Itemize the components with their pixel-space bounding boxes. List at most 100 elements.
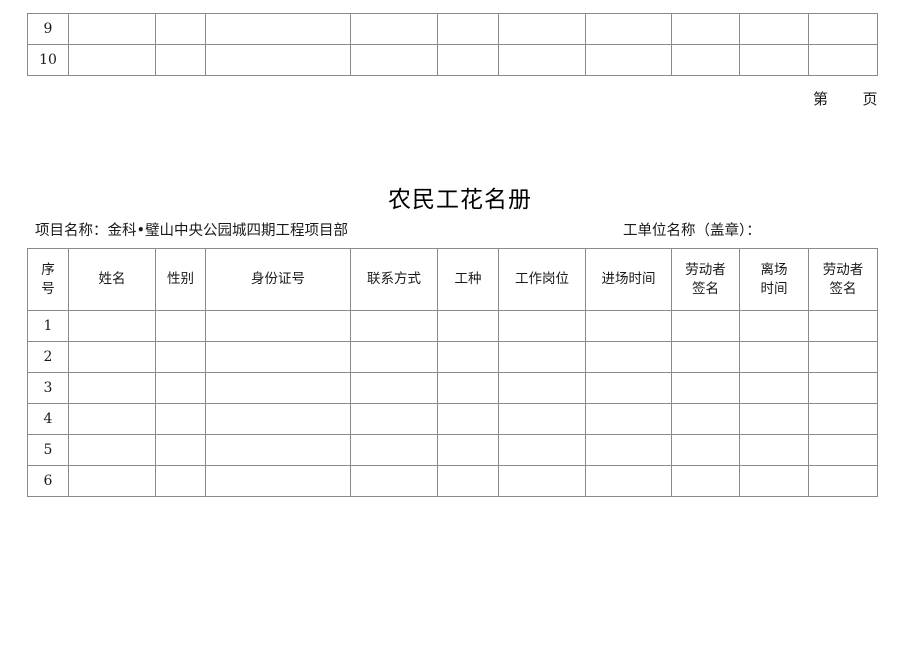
roster-table-body: 1 2 3 4 5 6: [27, 310, 878, 497]
row-cell-position[interactable]: [498, 434, 586, 466]
row-cell-position[interactable]: [498, 44, 586, 76]
row-cell-entry-date[interactable]: [585, 13, 672, 45]
row-cell-entry-sign[interactable]: [671, 44, 740, 76]
row-cell-position[interactable]: [498, 403, 586, 435]
row-cell-name[interactable]: [68, 465, 156, 497]
row-cell-entry-date[interactable]: [585, 310, 672, 342]
row-cell-exit-date[interactable]: [739, 465, 809, 497]
column-header-name: 姓名: [68, 248, 156, 311]
row-cell-name[interactable]: [68, 44, 156, 76]
table-row: 9: [27, 13, 878, 45]
row-cell-entry-sign[interactable]: [671, 310, 740, 342]
continuation-table-container: 9 10: [27, 13, 878, 76]
row-cell-exit-sign[interactable]: [808, 44, 878, 76]
row-cell-contact[interactable]: [350, 403, 438, 435]
row-cell-trade[interactable]: [437, 434, 499, 466]
row-cell-exit-sign[interactable]: [808, 465, 878, 497]
column-header-trade: 工种: [437, 248, 499, 311]
row-cell-gender[interactable]: [155, 310, 206, 342]
row-cell-entry-date[interactable]: [585, 372, 672, 404]
row-cell-gender[interactable]: [155, 44, 206, 76]
row-seq-cell: 4: [27, 403, 69, 435]
column-header-exit-date: 离场 时间: [739, 248, 809, 311]
row-cell-contact[interactable]: [350, 310, 438, 342]
row-cell-entry-sign[interactable]: [671, 13, 740, 45]
row-cell-gender[interactable]: [155, 434, 206, 466]
project-name-label: 项目名称：金科•璧山中央公园城四期工程项目部: [35, 223, 349, 239]
row-cell-exit-sign[interactable]: [808, 372, 878, 404]
row-cell-entry-sign[interactable]: [671, 403, 740, 435]
row-cell-contact[interactable]: [350, 44, 438, 76]
row-cell-position[interactable]: [498, 341, 586, 373]
row-cell-entry-sign[interactable]: [671, 465, 740, 497]
table-row: 4: [27, 403, 878, 435]
row-cell-gender[interactable]: [155, 372, 206, 404]
row-seq-cell: 10: [27, 44, 69, 76]
row-cell-id-number[interactable]: [205, 13, 351, 45]
row-cell-trade[interactable]: [437, 44, 499, 76]
row-cell-entry-sign[interactable]: [671, 434, 740, 466]
row-cell-position[interactable]: [498, 372, 586, 404]
row-cell-exit-sign[interactable]: [808, 13, 878, 45]
row-cell-entry-date[interactable]: [585, 341, 672, 373]
roster-table-container: 序 号 姓名 性别 身份证号 联系方式 工种 工作岗位 进场时间 劳动者 签名 …: [27, 248, 878, 497]
row-cell-id-number[interactable]: [205, 372, 351, 404]
row-cell-contact[interactable]: [350, 13, 438, 45]
row-cell-trade[interactable]: [437, 403, 499, 435]
column-header-gender: 性别: [155, 248, 206, 311]
row-cell-id-number[interactable]: [205, 465, 351, 497]
column-header-seq-line2: 号: [41, 280, 55, 297]
row-cell-gender[interactable]: [155, 13, 206, 45]
row-cell-exit-date[interactable]: [739, 13, 809, 45]
row-cell-contact[interactable]: [350, 434, 438, 466]
row-cell-trade[interactable]: [437, 465, 499, 497]
row-cell-name[interactable]: [68, 434, 156, 466]
row-cell-entry-date[interactable]: [585, 434, 672, 466]
row-cell-entry-sign[interactable]: [671, 372, 740, 404]
table-row: 1: [27, 310, 878, 342]
row-cell-id-number[interactable]: [205, 310, 351, 342]
row-cell-entry-date[interactable]: [585, 44, 672, 76]
row-cell-exit-sign[interactable]: [808, 341, 878, 373]
row-cell-trade[interactable]: [437, 341, 499, 373]
column-header-entry-signature: 劳动者 签名: [671, 248, 740, 311]
row-cell-exit-sign[interactable]: [808, 403, 878, 435]
row-cell-entry-date[interactable]: [585, 465, 672, 497]
row-cell-id-number[interactable]: [205, 403, 351, 435]
row-cell-entry-date[interactable]: [585, 403, 672, 435]
row-cell-gender[interactable]: [155, 403, 206, 435]
row-cell-trade[interactable]: [437, 13, 499, 45]
row-cell-trade[interactable]: [437, 372, 499, 404]
row-cell-position[interactable]: [498, 465, 586, 497]
column-header-exit-signature: 劳动者 签名: [808, 248, 878, 311]
row-cell-exit-date[interactable]: [739, 341, 809, 373]
column-header-position: 工作岗位: [498, 248, 586, 311]
row-cell-exit-sign[interactable]: [808, 434, 878, 466]
row-cell-exit-sign[interactable]: [808, 310, 878, 342]
row-cell-contact[interactable]: [350, 465, 438, 497]
row-cell-contact[interactable]: [350, 372, 438, 404]
row-cell-name[interactable]: [68, 372, 156, 404]
row-cell-exit-date[interactable]: [739, 310, 809, 342]
row-cell-trade[interactable]: [437, 310, 499, 342]
row-cell-name[interactable]: [68, 403, 156, 435]
row-cell-exit-date[interactable]: [739, 44, 809, 76]
row-cell-name[interactable]: [68, 341, 156, 373]
row-cell-name[interactable]: [68, 13, 156, 45]
row-cell-exit-date[interactable]: [739, 372, 809, 404]
row-cell-position[interactable]: [498, 310, 586, 342]
row-cell-entry-sign[interactable]: [671, 341, 740, 373]
table-row: 2: [27, 341, 878, 373]
row-cell-id-number[interactable]: [205, 341, 351, 373]
row-cell-exit-date[interactable]: [739, 403, 809, 435]
row-cell-contact[interactable]: [350, 341, 438, 373]
column-header-exit-signature-line2: 签名: [829, 280, 857, 297]
row-cell-gender[interactable]: [155, 341, 206, 373]
row-seq-cell: 3: [27, 372, 69, 404]
row-cell-id-number[interactable]: [205, 434, 351, 466]
row-cell-gender[interactable]: [155, 465, 206, 497]
row-cell-position[interactable]: [498, 13, 586, 45]
row-cell-name[interactable]: [68, 310, 156, 342]
row-cell-id-number[interactable]: [205, 44, 351, 76]
row-cell-exit-date[interactable]: [739, 434, 809, 466]
